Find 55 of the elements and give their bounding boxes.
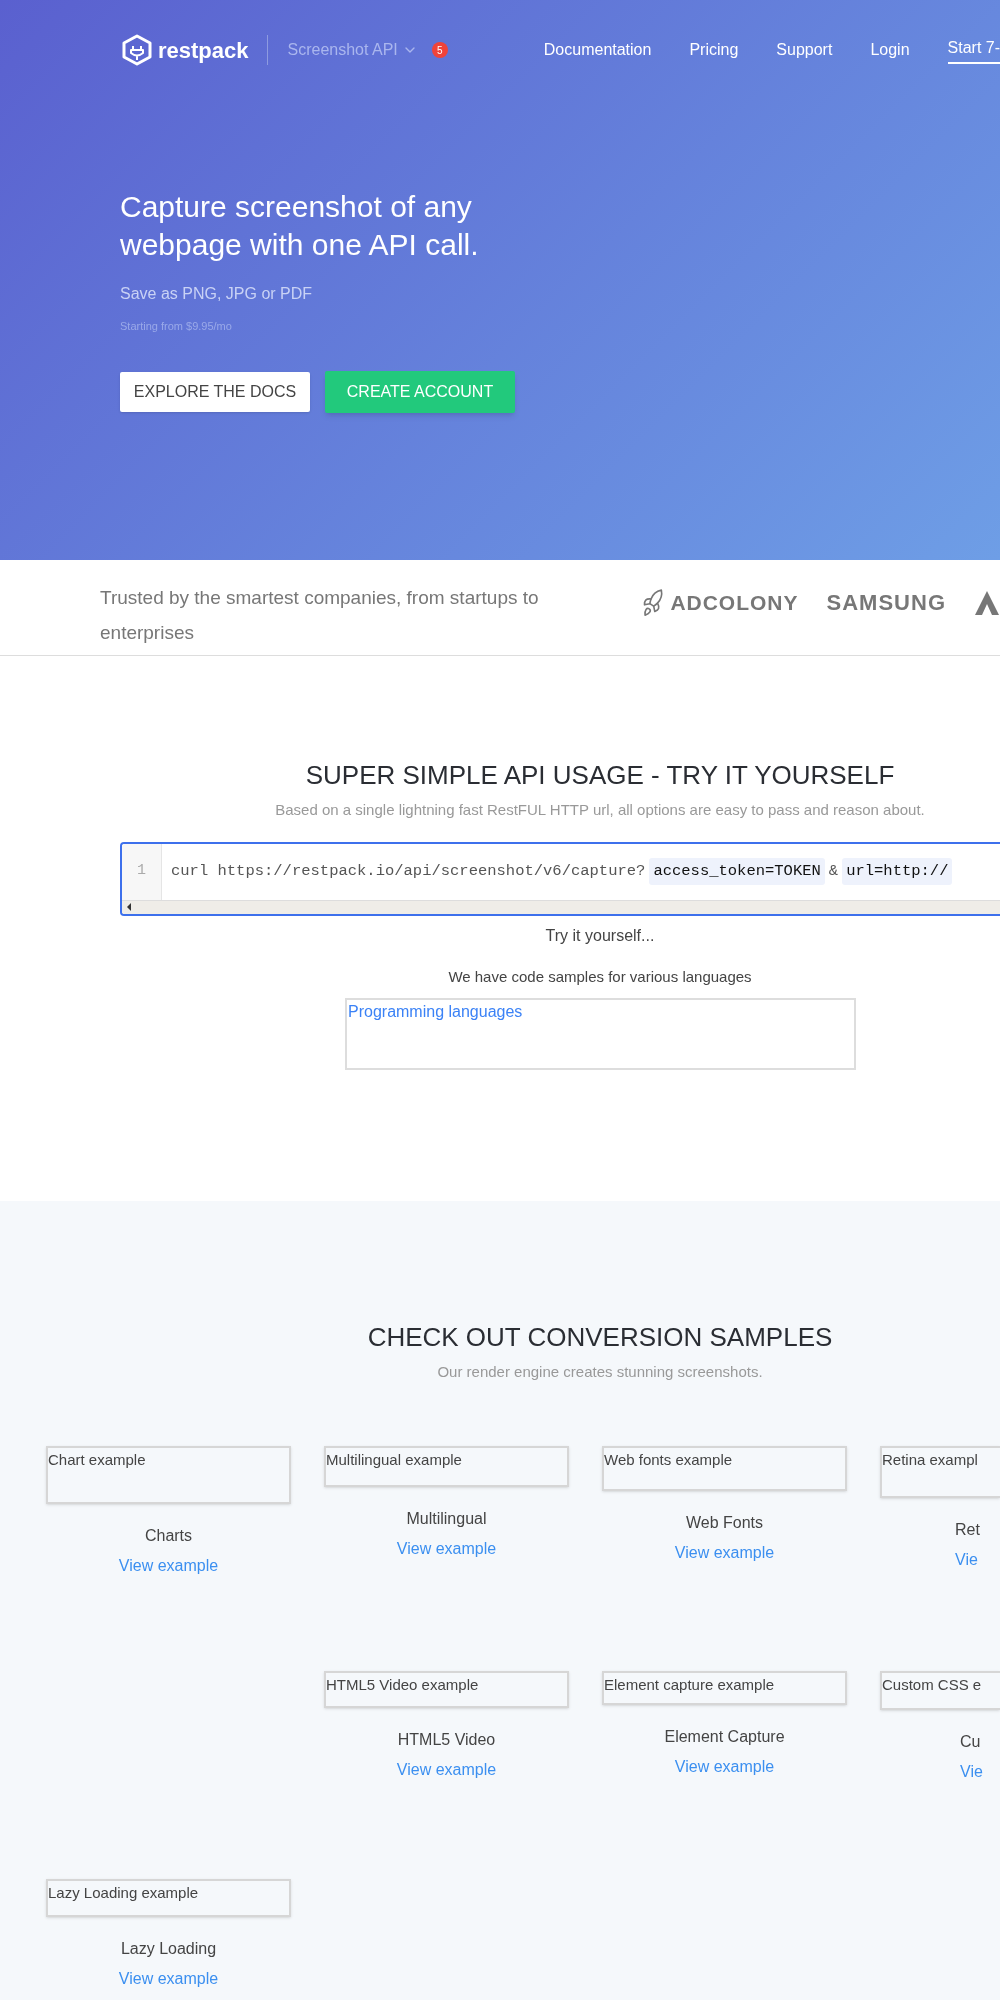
- code-text: &: [828, 860, 839, 882]
- image-alt-text: Multilingual example: [326, 1450, 462, 1468]
- nav-link[interactable]: Login: [870, 38, 910, 62]
- view-example-link[interactable]: View example: [118, 1553, 219, 1578]
- image-alt-text: HTML5 Video example: [326, 1675, 479, 1693]
- code-param: access_token=TOKEN: [649, 857, 825, 886]
- brand-name: restpack: [158, 36, 249, 65]
- notification-badge: 5: [431, 42, 448, 58]
- image-alt-text: Lazy Loading example: [48, 1883, 199, 1901]
- view-example-link[interactable]: Vie: [955, 1547, 978, 1572]
- product-dropdown[interactable]: Screenshot API: [287, 38, 418, 62]
- sample-label: Web Fonts: [685, 1512, 764, 1533]
- sample-label: Element Capture: [664, 1726, 785, 1747]
- hero-subtitle: Save as PNG, JPG or PDF: [120, 284, 314, 304]
- section-subtitle: Our render engine creates stunning screenshots.: [436, 1362, 764, 1382]
- image-alt-text: Chart example: [48, 1450, 146, 1468]
- create-account-button[interactable]: CREATE ACCOUNT: [325, 370, 515, 413]
- cube-logo-icon: [122, 34, 152, 66]
- line-number: 1: [137, 861, 146, 882]
- company-logo: SAMSUNG: [826, 589, 946, 617]
- view-example-link[interactable]: Vie: [960, 1759, 983, 1784]
- code-param: url=http://: [842, 857, 953, 886]
- view-example-link[interactable]: View example: [396, 1757, 497, 1782]
- image-alt-text: Web fonts example: [604, 1450, 733, 1468]
- image-alt-text: Retina exampl: [882, 1450, 978, 1468]
- view-example-link[interactable]: View example: [674, 1754, 775, 1779]
- view-example-link[interactable]: View example: [674, 1540, 775, 1565]
- section-subtitle: Based on a single lightning fast RestFUL HTTP url, all options are easy to pass and reason about.: [274, 800, 926, 820]
- sample-label: HTML5 Video: [397, 1729, 496, 1750]
- section-title: CHECK OUT CONVERSION SAMPLES: [366, 1321, 834, 1354]
- section-title: SUPER SIMPLE API USAGE - TRY IT YOURSELF: [304, 759, 896, 792]
- company-logo: ADCOLONY: [670, 589, 799, 616]
- image-alt-text: Custom CSS e: [882, 1675, 982, 1693]
- sample-label: Lazy Loading: [120, 1938, 217, 1959]
- language-select[interactable]: Programming languages: [345, 998, 856, 1070]
- view-example-link[interactable]: View example: [396, 1536, 497, 1561]
- triangle-logo-icon: [974, 589, 1000, 616]
- code-samples-text: We have code samples for various languages: [447, 966, 753, 987]
- nav-link[interactable]: Pricing: [689, 38, 739, 62]
- hero-title: Capture screenshot of any webpage with one API call.: [120, 189, 480, 263]
- explore-docs-button[interactable]: EXPLORE THE DOCS: [120, 371, 310, 412]
- sample-label: Charts: [144, 1525, 193, 1546]
- horizontal-scrollbar[interactable]: [122, 899, 1000, 914]
- sample-label: Ret: [955, 1519, 980, 1540]
- view-example-link[interactable]: View example: [118, 1966, 219, 1991]
- code-editor[interactable]: 1 curl https://restpack.io/api/screenshot/v6/capture? access_token=TOKEN & url=http://: [120, 841, 1000, 916]
- sample-label: Multilingual: [406, 1508, 487, 1529]
- trusted-text: Trusted by the smartest companies, from startups to enterprises: [100, 586, 540, 645]
- nav-link[interactable]: Documentation: [543, 38, 652, 62]
- try-text: Try it yourself...: [544, 925, 656, 946]
- sample-label: Cu: [960, 1731, 981, 1752]
- code-text: curl https://restpack.io/api/screenshot/v6/capture?: [171, 860, 646, 882]
- language-select-label: Programming languages: [348, 1003, 523, 1020]
- nav-link[interactable]: Support: [776, 38, 833, 62]
- image-alt-text: Element capture example: [604, 1675, 775, 1693]
